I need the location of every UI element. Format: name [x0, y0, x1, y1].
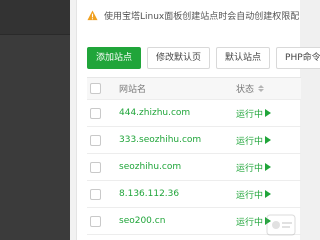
row-checkbox[interactable] — [90, 134, 101, 146]
site-status[interactable]: 运行中 — [236, 188, 272, 201]
select-all-checkbox[interactable] — [90, 83, 101, 94]
row-checkbox[interactable] — [90, 107, 101, 119]
play-icon — [265, 190, 272, 198]
play-icon — [265, 163, 272, 171]
table-row: seozhihu.com 运行中 — [87, 154, 301, 181]
php-cli-button[interactable]: PHP命令 — [276, 47, 320, 69]
site-status[interactable]: 运行中 — [236, 134, 272, 147]
notice-text: 使用宝塔Linux面板创建站点时会自动创建权限配 — [104, 11, 300, 22]
site-link[interactable]: seo200.cn — [119, 216, 165, 226]
site-link[interactable]: 8.136.112.36 — [119, 189, 179, 199]
sort-icon — [258, 85, 265, 92]
status-header-label: 状态 — [236, 85, 255, 95]
site-name-header[interactable]: 网站名 — [119, 82, 146, 95]
table-row: 444.zhizhu.com 运行中 — [87, 100, 301, 127]
status-label: 运行中 — [236, 190, 264, 201]
sites-table: 网站名 状态 444.zhizhu.com 运行中 333.seozhihu.c… — [87, 77, 301, 235]
table-row: 333.seozhihu.com 运行中 — [87, 127, 301, 154]
warning-icon — [87, 9, 98, 20]
site-status[interactable]: 运行中 — [236, 107, 272, 120]
watermark-logo-icon — [266, 214, 296, 236]
add-site-button[interactable]: 添加站点 — [87, 47, 142, 69]
sidebar-divider — [0, 34, 70, 35]
notice-bar: 使用宝塔Linux面板创建站点时会自动创建权限配 — [87, 7, 299, 23]
site-link[interactable]: 444.zhizhu.com — [119, 108, 190, 118]
row-checkbox[interactable] — [90, 188, 101, 200]
table-row: 8.136.112.36 运行中 — [87, 181, 301, 208]
main-area: 使用宝塔Linux面板创建站点时会自动创建权限配 添加站点 修改默认页 默认站点… — [70, 0, 320, 240]
site-toolbar: 添加站点 修改默认页 默认站点 PHP命令 — [87, 47, 320, 69]
edit-default-page-button[interactable]: 修改默认页 — [147, 47, 211, 69]
sidebar-header — [0, 0, 70, 34]
site-link[interactable]: 333.seozhihu.com — [119, 135, 201, 145]
row-checkbox[interactable] — [90, 215, 101, 227]
status-label: 运行中 — [236, 163, 264, 174]
table-header-row: 网站名 状态 — [87, 77, 301, 100]
default-site-button[interactable]: 默认站点 — [216, 47, 271, 69]
status-header[interactable]: 状态 — [236, 82, 265, 95]
status-label: 运行中 — [236, 136, 264, 147]
site-status[interactable]: 运行中 — [236, 161, 272, 174]
play-icon — [265, 136, 272, 144]
sites-panel: 使用宝塔Linux面板创建站点时会自动创建权限配 添加站点 修改默认页 默认站点… — [76, 0, 320, 240]
status-label: 运行中 — [236, 109, 264, 120]
site-link[interactable]: seozhihu.com — [119, 162, 181, 172]
row-checkbox[interactable] — [90, 161, 101, 173]
sidebar — [0, 0, 70, 240]
play-icon — [265, 109, 272, 117]
status-label: 运行中 — [236, 217, 264, 228]
